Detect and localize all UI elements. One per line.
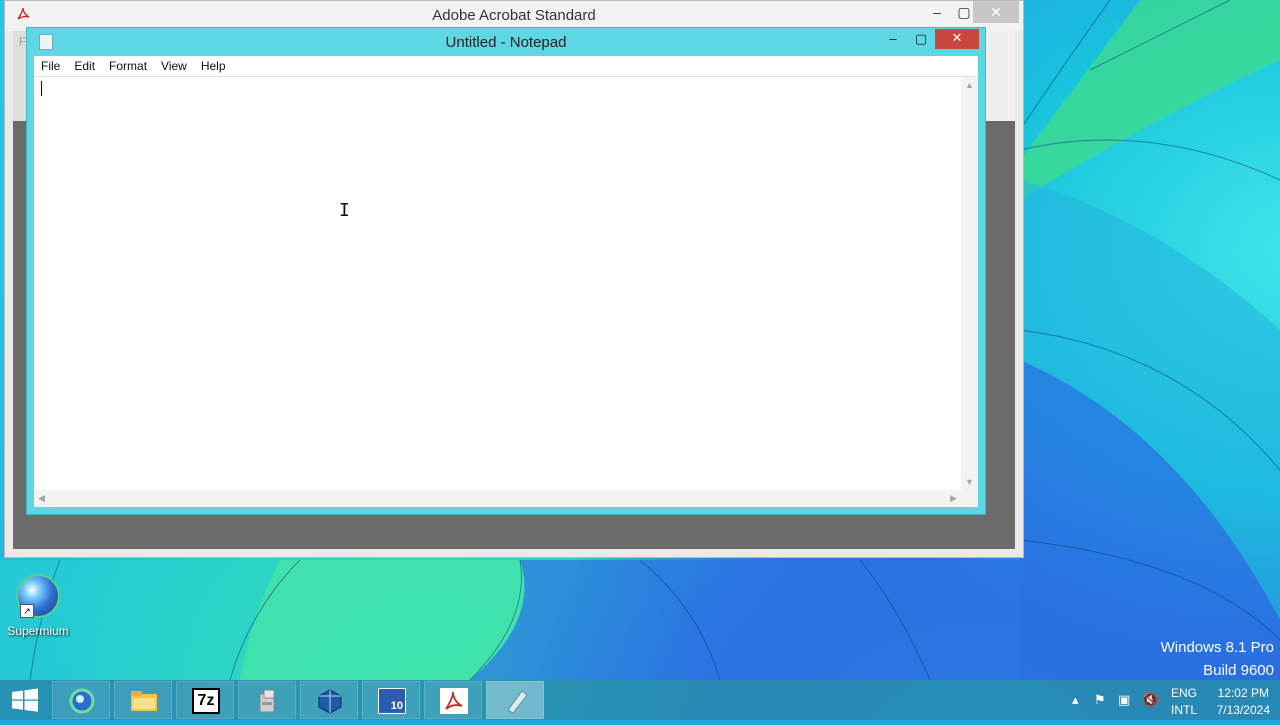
network-icon[interactable]: ▣: [1118, 692, 1130, 708]
acrobat-close-button[interactable]: ✕: [973, 1, 1019, 23]
language-code: ENG: [1171, 686, 1198, 700]
start-button[interactable]: [0, 680, 50, 720]
notepad-icon: [502, 688, 530, 714]
menu-file[interactable]: File: [34, 56, 67, 76]
taskbar-file-explorer-button[interactable]: [114, 681, 172, 719]
notepad-title: Untitled - Notepad: [445, 34, 567, 51]
taskbar-notepad-button[interactable]: [486, 681, 544, 719]
scroll-down-icon[interactable]: ▼: [965, 477, 974, 487]
notepad-menubar: File Edit Format View Help: [34, 56, 978, 77]
watermark-edition: Windows 8.1 Pro: [1160, 639, 1274, 656]
7zip-label: 7z: [197, 692, 215, 709]
notepad-minimize-button[interactable]: –: [880, 30, 906, 48]
taskbar-7zip-button[interactable]: 7z: [176, 681, 234, 719]
supermium-icon: ↗: [16, 574, 60, 618]
taskbar-virtualbox-button[interactable]: [300, 681, 358, 719]
app-64-icon: 10: [378, 688, 406, 714]
menu-edit[interactable]: Edit: [67, 56, 102, 76]
desktop-icon-supermium[interactable]: ↗ Supermium: [4, 574, 72, 638]
taskbar: 7z 10 ▴ ⚑ ▣ 🔇 ENG INTL 12:02 PM 7/13/202: [0, 680, 1280, 720]
system-clock[interactable]: 12:02 PM 7/13/2024: [1217, 685, 1270, 719]
notepad-close-button[interactable]: ✕: [935, 29, 979, 49]
horizontal-scrollbar[interactable]: ◀ ▶: [34, 490, 961, 507]
notepad-text-area[interactable]: [34, 77, 961, 490]
windows-watermark: Windows 8.1 Pro Build 9600: [1161, 636, 1274, 682]
shortcut-arrow-icon: ↗: [20, 604, 34, 618]
7zip-icon: 7z: [192, 688, 220, 714]
windows-logo-icon: [12, 688, 38, 712]
notepad-window[interactable]: Untitled - Notepad – ▢ ✕ File Edit Forma…: [26, 27, 986, 515]
action-center-flag-icon[interactable]: ⚑: [1094, 692, 1106, 708]
virtualbox-icon: [316, 688, 344, 714]
clock-time: 12:02 PM: [1217, 686, 1269, 700]
scroll-right-icon[interactable]: ▶: [950, 493, 957, 504]
acrobat-sidebar-letter: F: [19, 36, 26, 48]
menu-view[interactable]: View: [154, 56, 194, 76]
ibeam-cursor-icon: I: [339, 200, 350, 221]
notepad-titlebar[interactable]: Untitled - Notepad – ▢ ✕: [27, 28, 985, 56]
menu-help[interactable]: Help: [194, 56, 233, 76]
scroll-left-icon[interactable]: ◀: [38, 493, 45, 504]
input-language-indicator[interactable]: ENG INTL: [1171, 685, 1197, 719]
menu-format[interactable]: Format: [102, 56, 154, 76]
volume-muted-icon[interactable]: 🔇: [1142, 692, 1158, 708]
clock-date: 7/13/2024: [1216, 703, 1270, 717]
taskbar-app-64-button[interactable]: 10: [362, 681, 420, 719]
vertical-scrollbar[interactable]: ▲ ▼: [961, 77, 978, 490]
show-hidden-icons-icon[interactable]: ▴: [1072, 692, 1079, 708]
acrobat-title: Adobe Acrobat Standard: [432, 7, 596, 24]
scroll-up-icon[interactable]: ▲: [965, 80, 974, 90]
text-caret: [41, 81, 42, 96]
notepad-client: File Edit Format View Help ▲ ▼ ◀ ▶: [34, 56, 978, 507]
watermark-build: Build 9600: [1203, 662, 1274, 679]
supermium-icon: [68, 688, 96, 714]
app-64-label: 10: [390, 700, 403, 712]
notepad-maximize-button[interactable]: ▢: [908, 30, 934, 48]
folder-icon: [130, 688, 158, 714]
installer-icon: [254, 688, 282, 714]
taskbar-supermium-button[interactable]: [52, 681, 110, 719]
taskbar-acrobat-button[interactable]: [424, 681, 482, 719]
desktop-icon-label: Supermium: [7, 624, 69, 638]
keyboard-layout: INTL: [1171, 703, 1198, 717]
resize-grip[interactable]: [961, 490, 978, 507]
acrobat-icon: [440, 688, 468, 714]
taskbar-installer-button[interactable]: [238, 681, 296, 719]
